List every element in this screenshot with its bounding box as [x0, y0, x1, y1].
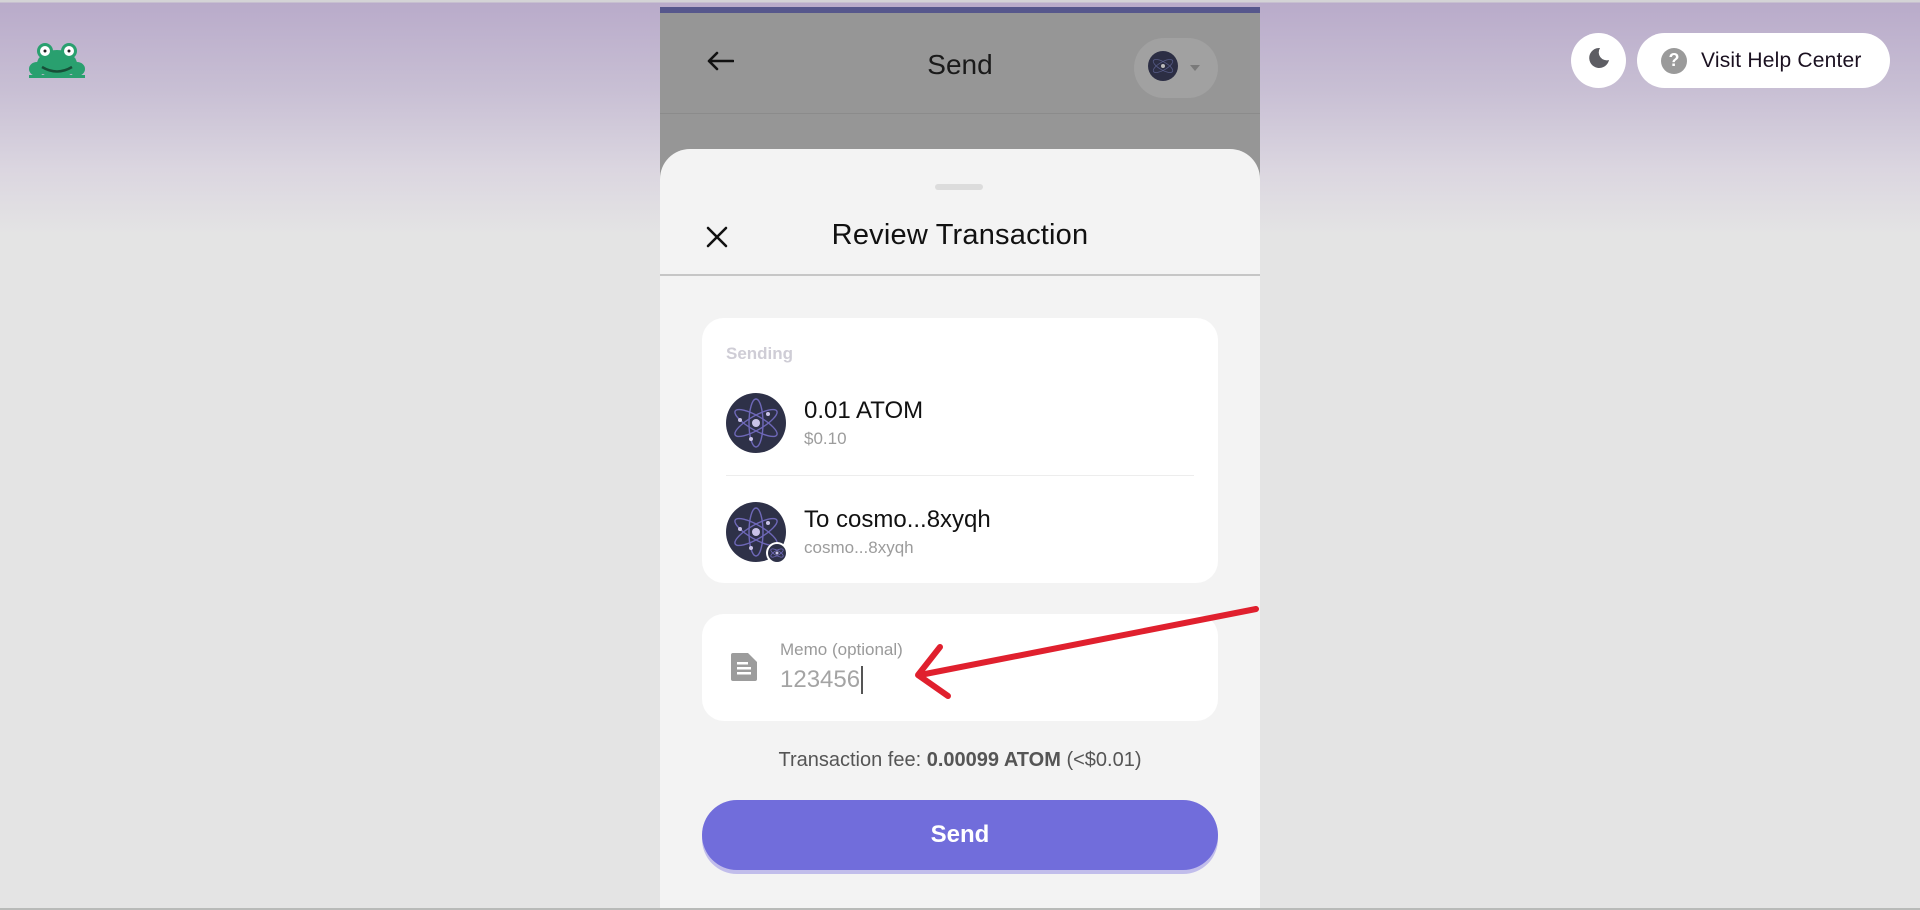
sheet-title: Review Transaction [831, 219, 1089, 251]
recipient-title: To cosmo...8xyqh [804, 506, 991, 533]
review-transaction-sheet: Review Transaction Sending 0.01 ATOM $0.… [660, 149, 1260, 908]
asset-row: 0.01 ATOM $0.10 [726, 387, 1194, 459]
sending-card: Sending 0.01 ATOM $0.10 To cosmo...8xyqh… [702, 318, 1218, 583]
fee-fiat: (<$0.01) [1066, 749, 1142, 771]
cosmos-atom-icon [1148, 50, 1178, 86]
caret-down-icon [1190, 65, 1200, 71]
fee-label: Transaction fee: [778, 749, 922, 771]
question-circle-icon: ? [1661, 47, 1687, 74]
help-center-label: Visit Help Center [1701, 48, 1862, 72]
frog-logo-icon [29, 42, 85, 78]
fee-amount: 0.00099 ATOM [926, 749, 1061, 771]
document-icon [730, 652, 758, 687]
cosmos-atom-icon [726, 393, 786, 453]
sending-section-label: Sending [726, 344, 794, 363]
recipient-avatar [726, 502, 788, 564]
wallet-panel: Send Review Transaction Sending 0.01 ATO… [660, 7, 1260, 908]
memo-input[interactable] [780, 664, 1180, 696]
send-amount: 0.01 ATOM [804, 397, 924, 424]
chain-selector[interactable] [1134, 38, 1218, 98]
drag-handle[interactable] [935, 184, 983, 190]
memo-field[interactable]: Memo (optional) [702, 614, 1218, 721]
memo-label: Memo (optional) [780, 640, 903, 659]
send-header: Send [660, 13, 1260, 114]
chain-badge-icon [766, 542, 788, 564]
row-divider [726, 475, 1194, 476]
theme-toggle-button[interactable] [1571, 33, 1626, 88]
transaction-fee: Transaction fee: 0.00099 ATOM (<$0.01) [660, 749, 1260, 772]
send-fiat-value: $0.10 [804, 429, 847, 448]
sheet-divider [660, 274, 1260, 276]
send-button[interactable]: Send [702, 800, 1218, 870]
visit-help-center-button[interactable]: ? Visit Help Center [1637, 33, 1890, 88]
moon-icon [1587, 46, 1611, 75]
text-cursor [861, 666, 864, 694]
recipient-address: cosmo...8xyqh [804, 538, 914, 557]
recipient-row: To cosmo...8xyqh cosmo...8xyqh [726, 496, 1194, 568]
